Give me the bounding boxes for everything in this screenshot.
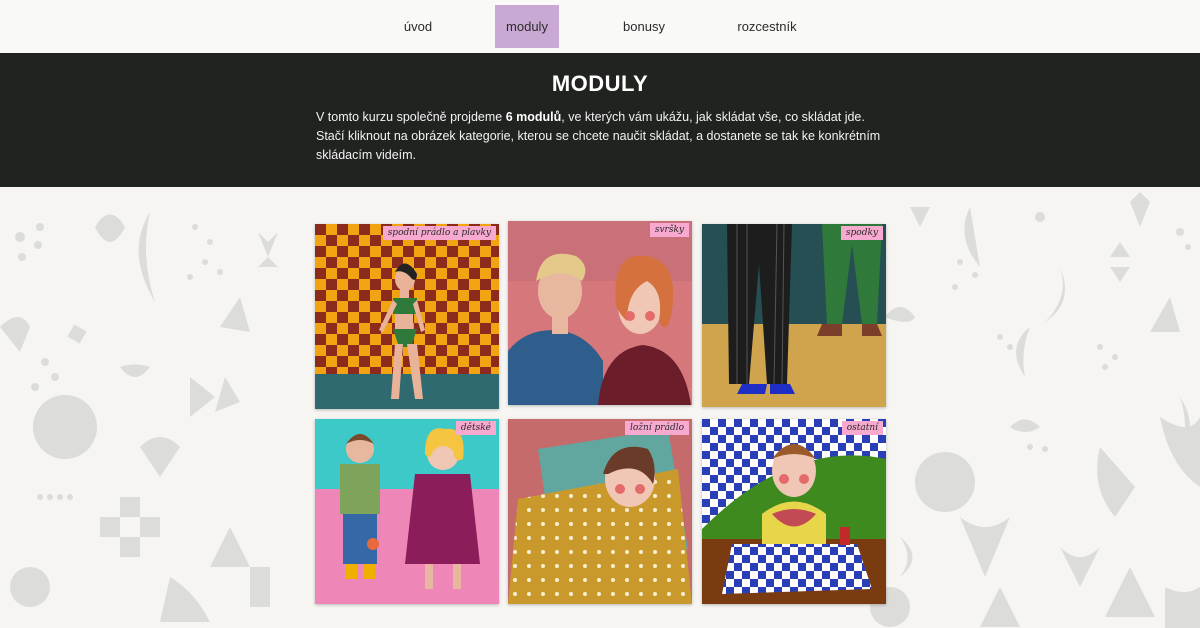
couple-illustration — [508, 221, 692, 405]
module-card-tops[interactable]: svršky — [508, 221, 692, 405]
module-label-other: ostatní — [841, 421, 883, 435]
module-label-kids: dětské — [455, 421, 496, 435]
page-title: MODULY — [551, 71, 649, 96]
nav-link-uvod[interactable]: úvod — [388, 5, 448, 48]
module-card-trousers[interactable]: spodky — [702, 224, 886, 407]
intro-text-start: V tomto kurzu společně projdeme — [316, 110, 506, 124]
bedding-illustration — [508, 419, 692, 604]
nav-link-moduly[interactable]: moduly — [495, 5, 559, 48]
nav-link-bonusy[interactable]: bonusy — [611, 5, 677, 48]
module-label-underwear: spodní prádlo a plavky — [382, 226, 496, 240]
trousers-illustration — [702, 224, 886, 407]
module-card-underwear[interactable]: spodní prádlo a plavky — [315, 224, 499, 409]
top-nav: úvod moduly bonusy rozcestník — [0, 0, 1200, 53]
intro-text-bold: 6 modulů — [505, 110, 562, 124]
module-card-other[interactable]: ostatní — [702, 419, 886, 604]
children-illustration — [315, 419, 499, 604]
tablecloth-illustration — [702, 419, 886, 604]
header-band: MODULY V tomto kurzu společně projdeme 6… — [0, 53, 1200, 187]
underwear-illustration — [315, 224, 499, 409]
module-label-tops: svršky — [649, 223, 689, 237]
module-label-bedding: ložní prádlo — [624, 421, 689, 435]
module-card-bedding[interactable]: ložní prádlo — [508, 419, 692, 604]
module-card-kids[interactable]: dětské — [315, 419, 499, 604]
intro-text: V tomto kurzu společně projdeme 6 modulů… — [316, 108, 896, 165]
nav-link-rozcestnik[interactable]: rozcestník — [726, 5, 808, 48]
module-label-trousers: spodky — [840, 226, 883, 240]
